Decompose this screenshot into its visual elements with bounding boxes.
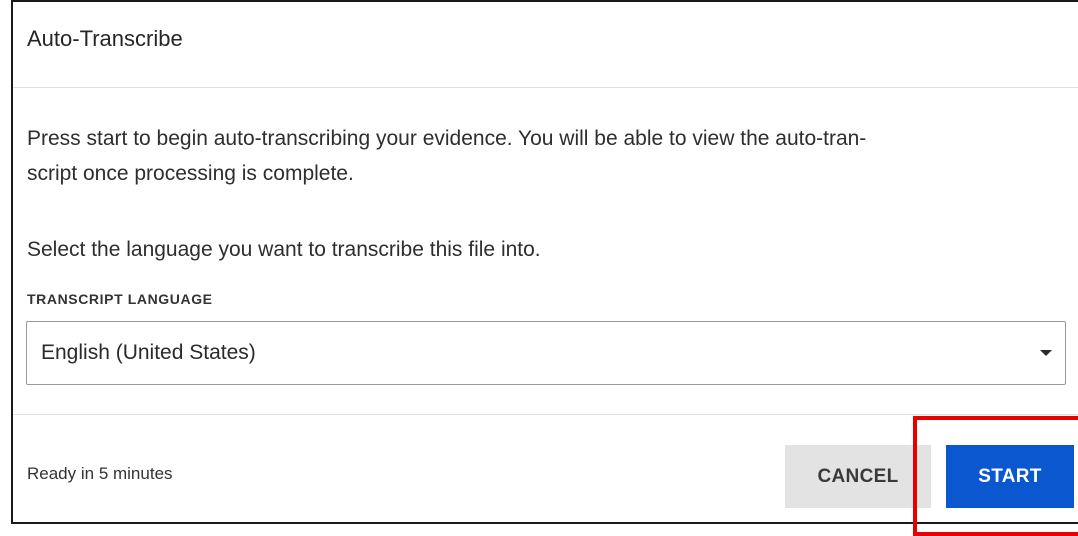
auto-transcribe-dialog: Auto-Transcribe Press start to begin aut… (11, 0, 1078, 524)
screen: Auto-Transcribe Press start to begin aut… (0, 0, 1078, 536)
selected-language: English (United States) (41, 341, 256, 364)
description-line-2: script once processing is complete. (27, 162, 354, 185)
dropdown-caret-icon (1040, 350, 1052, 356)
transcript-language-label: TRANSCRIPT LANGUAGE (27, 291, 213, 307)
dialog-description: Press start to begin auto-transcribing y… (27, 121, 1047, 191)
dialog-header: Auto-Transcribe (13, 2, 1078, 88)
start-button[interactable]: START (946, 445, 1074, 508)
dialog-footer: Ready in 5 minutes CANCEL START (13, 415, 1078, 522)
ready-status-text: Ready in 5 minutes (27, 464, 173, 483)
cancel-button[interactable]: CANCEL (785, 445, 931, 508)
dialog-body: Press start to begin auto-transcribing y… (13, 88, 1078, 415)
transcript-language-select[interactable]: English (United States) (26, 321, 1066, 385)
language-prompt: Select the language you want to transcri… (27, 238, 541, 261)
description-line-1: Press start to begin auto-transcribing y… (27, 127, 867, 150)
dialog-title: Auto-Transcribe (27, 25, 183, 51)
